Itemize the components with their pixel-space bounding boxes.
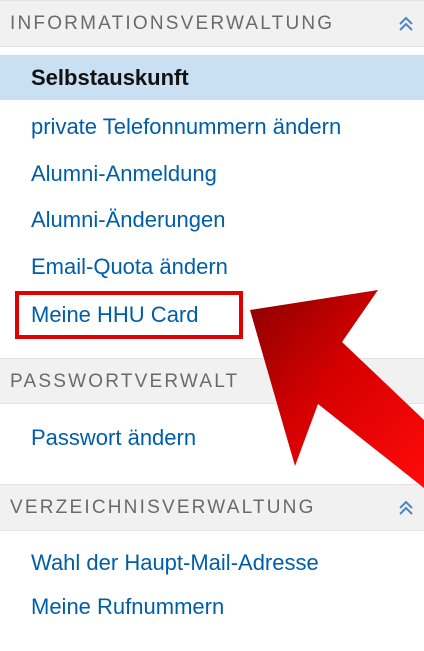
- nav-item-label: Meine HHU Card: [31, 301, 199, 327]
- nav-item-email-quota[interactable]: Email-Quota ändern: [0, 244, 424, 289]
- section-title: PASSWORTVERWALT: [10, 370, 240, 392]
- nav-item-label: Wahl der Haupt-Mail-Adresse: [31, 549, 319, 575]
- nav-item-label: Selbstauskunft: [31, 64, 189, 90]
- nav-item-alumni-aenderungen[interactable]: Alumni-Änderungen: [0, 197, 424, 242]
- double-chevron-up-icon[interactable]: [394, 12, 418, 36]
- nav-item-meine-hhu-card[interactable]: Meine HHU Card: [0, 292, 424, 337]
- section-title: INFORMATIONSVERWALTUNG: [10, 13, 335, 34]
- section-header-informationsverwaltung[interactable]: INFORMATIONSVERWALTUNG: [0, 0, 424, 47]
- section-header-verzeichnisverwaltung[interactable]: VERZEICHNISVERWALTUNG: [0, 484, 424, 531]
- nav-item-label: Alumni-Anmeldung: [31, 160, 217, 186]
- double-chevron-up-icon[interactable]: [394, 496, 418, 520]
- nav-item-meine-rufnummern[interactable]: Meine Rufnummern: [0, 584, 424, 629]
- sidebar-navigation: INFORMATIONSVERWALTUNG Selbstauskunft pr…: [0, 0, 424, 651]
- nav-item-label: private Telefonnummern ändern: [31, 113, 342, 139]
- nav-item-selbstauskunft[interactable]: Selbstauskunft: [0, 55, 424, 100]
- nav-item-label: Email-Quota ändern: [31, 253, 228, 279]
- nav-item-alumni-anmeldung[interactable]: Alumni-Anmeldung: [0, 151, 424, 196]
- nav-item-haupt-mail-adresse[interactable]: Wahl der Haupt-Mail-Adresse: [0, 540, 424, 585]
- nav-item-private-telefonnummern[interactable]: private Telefonnummern ändern: [0, 104, 424, 149]
- section-title: VERZEICHNISVERWALTUNG: [10, 497, 316, 518]
- section-header-passwortverwaltung[interactable]: PASSWORTVERWALT: [0, 358, 424, 404]
- nav-item-label: Passwort ändern: [31, 424, 197, 450]
- nav-item-label: Alumni-Änderungen: [31, 206, 226, 232]
- nav-item-label: Meine Rufnummern: [31, 593, 225, 619]
- nav-item-passwort-aendern[interactable]: Passwort ändern: [0, 415, 424, 460]
